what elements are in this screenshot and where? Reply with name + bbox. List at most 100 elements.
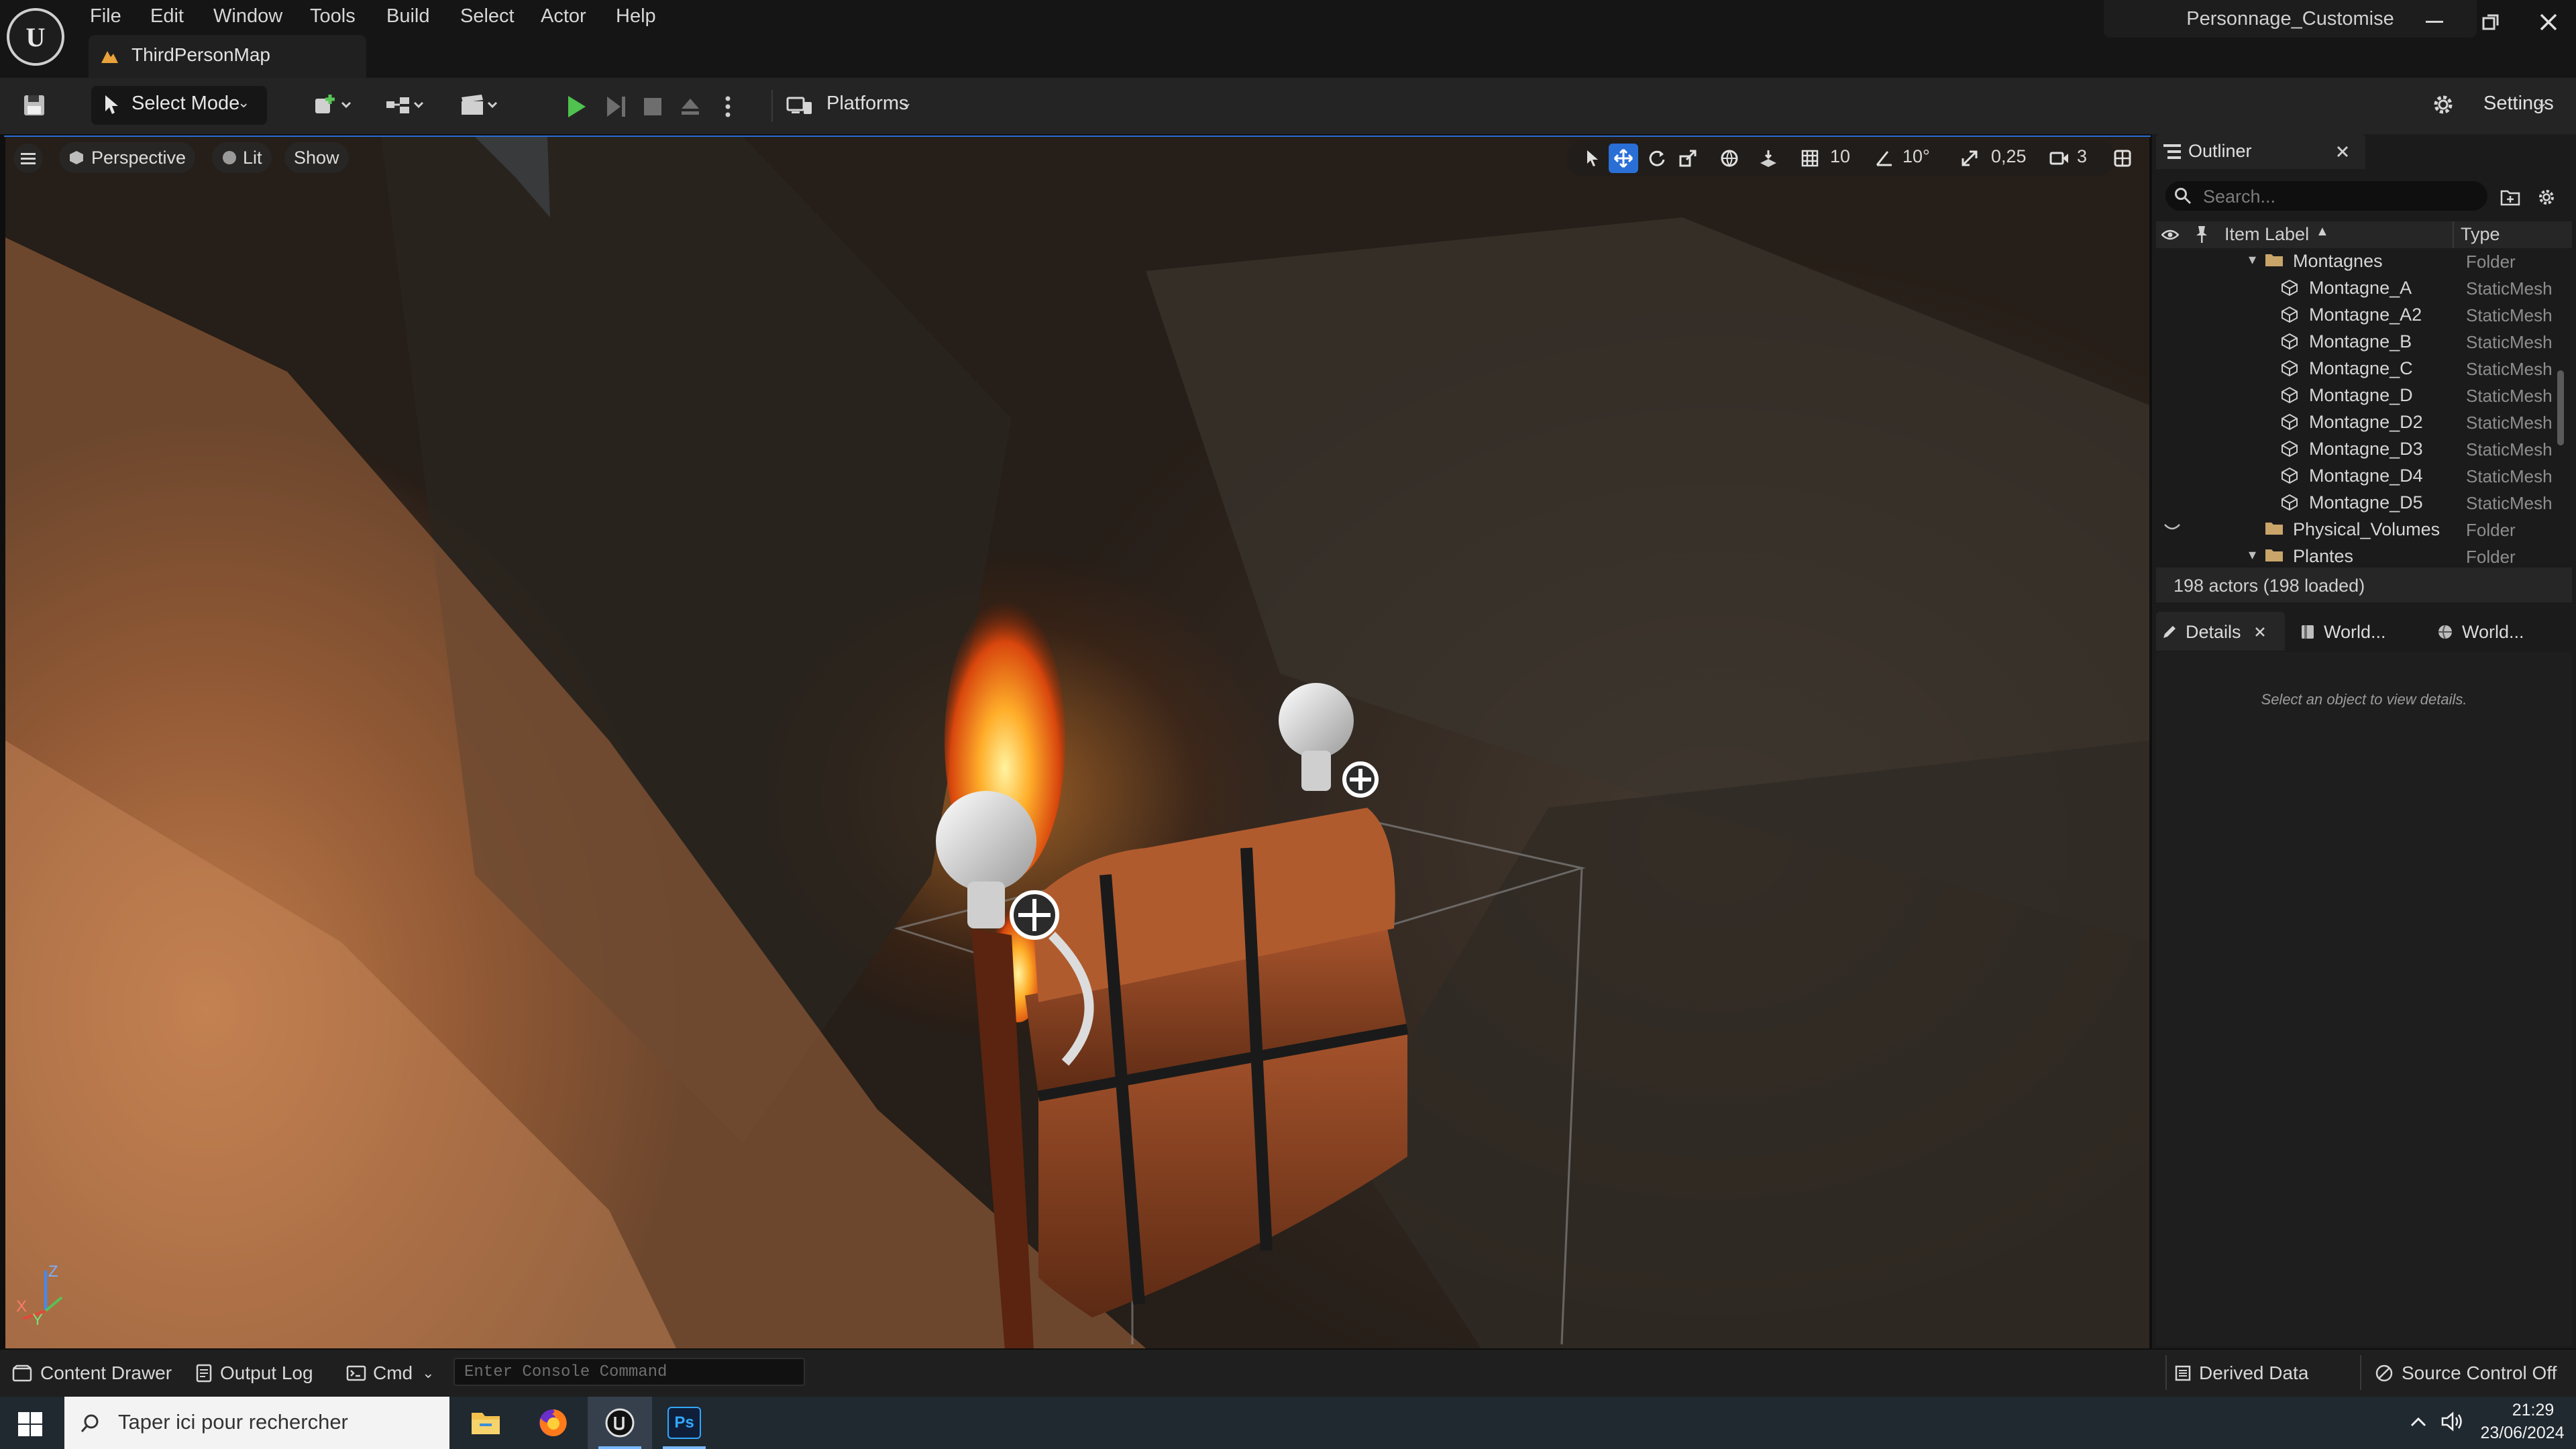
unreal-logo-icon[interactable]: U bbox=[7, 8, 64, 66]
content-drawer-button[interactable]: Content Drawer bbox=[12, 1358, 172, 1389]
select-tool-icon[interactable] bbox=[1578, 144, 1607, 173]
more-options-icon[interactable] bbox=[718, 90, 738, 123]
scale-snap-value[interactable]: 0,25 bbox=[1991, 146, 2027, 167]
content-drawer-icon bbox=[12, 1364, 32, 1382]
tree-row-mesh[interactable]: Montagne_C StaticMesh bbox=[2156, 356, 2559, 382]
rotate-tool-icon[interactable] bbox=[1642, 144, 1672, 173]
tab-world-settings[interactable]: World... bbox=[2300, 614, 2386, 649]
unreal-engine-taskbar-icon[interactable] bbox=[588, 1397, 652, 1449]
camera-speed-value[interactable]: 3 bbox=[2077, 146, 2087, 167]
tree-row-mesh[interactable]: Montagne_D5 StaticMesh bbox=[2156, 490, 2559, 517]
cinematics-button[interactable] bbox=[455, 89, 506, 122]
pin-icon[interactable] bbox=[2192, 224, 2211, 244]
taskbar-search-placeholder: Taper ici pour rechercher bbox=[118, 1410, 348, 1434]
perspective-button[interactable]: Perspective bbox=[59, 142, 196, 173]
translate-tool-icon[interactable] bbox=[1609, 144, 1638, 173]
close-icon[interactable] bbox=[2333, 142, 2352, 161]
tab-world-partition[interactable]: World... bbox=[2436, 614, 2524, 649]
tree-item-label: Montagne_D2 bbox=[2309, 412, 2423, 432]
menu-build[interactable]: Build bbox=[382, 0, 434, 32]
column-item-label[interactable]: Item Label bbox=[2224, 224, 2309, 245]
tree-row-folder[interactable]: ▾ Montagnes Folder bbox=[2156, 248, 2559, 275]
file-explorer-icon[interactable] bbox=[453, 1397, 518, 1449]
rotation-snap-icon[interactable] bbox=[1869, 144, 1898, 173]
output-log-button[interactable]: Output Log bbox=[196, 1358, 313, 1389]
derived-data-button[interactable]: Derived Data bbox=[2175, 1358, 2308, 1389]
viewport-layout-icon[interactable] bbox=[2108, 144, 2137, 173]
static-mesh-icon bbox=[2281, 386, 2298, 404]
volume-icon[interactable] bbox=[2440, 1410, 2465, 1433]
firefox-icon[interactable] bbox=[521, 1397, 585, 1449]
chevron-up-icon[interactable] bbox=[2408, 1411, 2428, 1432]
blueprint-button[interactable] bbox=[381, 89, 432, 122]
rotation-snap-value[interactable]: 10° bbox=[1902, 146, 1930, 167]
tab-details-label: Details bbox=[2186, 621, 2241, 642]
hidden-eye-icon[interactable] bbox=[2164, 523, 2180, 533]
tree-row-mesh[interactable]: Montagne_A StaticMesh bbox=[2156, 275, 2559, 302]
settings-gear-icon[interactable] bbox=[2534, 185, 2559, 209]
tab-details[interactable]: Details bbox=[2161, 614, 2265, 649]
derived-data-icon bbox=[2175, 1365, 2191, 1381]
taskbar-clock-date[interactable]: 23/06/2024 bbox=[2475, 1424, 2569, 1443]
tree-item-type: StaticMesh bbox=[2466, 278, 2553, 299]
eject-button[interactable] bbox=[674, 90, 707, 123]
grid-snap-icon[interactable] bbox=[1795, 144, 1825, 173]
add-folder-icon[interactable] bbox=[2498, 185, 2522, 209]
outliner-search-input[interactable] bbox=[2202, 182, 2479, 211]
level-map-icon bbox=[99, 46, 119, 66]
show-button[interactable]: Show bbox=[284, 142, 349, 173]
close-icon[interactable] bbox=[2255, 627, 2265, 637]
output-log-label: Output Log bbox=[220, 1362, 313, 1383]
tree-row-mesh[interactable]: Montagne_A2 StaticMesh bbox=[2156, 302, 2559, 329]
lit-mode-button[interactable]: Lit bbox=[212, 142, 272, 173]
tree-row-mesh[interactable]: Montagne_D2 StaticMesh bbox=[2156, 409, 2559, 436]
expand-arrow-icon[interactable]: ▾ bbox=[2249, 546, 2256, 564]
photoshop-icon[interactable]: Ps bbox=[652, 1397, 716, 1449]
tree-row-mesh[interactable]: Montagne_B StaticMesh bbox=[2156, 329, 2559, 356]
tree-item-type: StaticMesh bbox=[2466, 466, 2553, 486]
restore-button[interactable] bbox=[2462, 0, 2520, 44]
tree-row-folder[interactable]: Physical_Volumes Folder bbox=[2156, 517, 2559, 543]
tree-row-mesh[interactable]: Montagne_D4 StaticMesh bbox=[2156, 463, 2559, 490]
taskbar-clock-time[interactable]: 21:29 bbox=[2496, 1401, 2571, 1420]
cmd-label: Cmd bbox=[373, 1362, 413, 1383]
play-button[interactable] bbox=[559, 90, 593, 123]
status-divider bbox=[2360, 1355, 2361, 1390]
menu-tools[interactable]: Tools bbox=[306, 0, 360, 32]
menu-actor[interactable]: Actor bbox=[537, 0, 590, 32]
add-actor-button[interactable] bbox=[309, 89, 360, 122]
menu-select[interactable]: Select bbox=[456, 0, 519, 32]
advance-frame-button[interactable] bbox=[598, 90, 632, 123]
menu-help[interactable]: Help bbox=[612, 0, 660, 32]
save-icon[interactable] bbox=[19, 90, 50, 121]
tree-row-folder[interactable]: ▾ Plantes Folder bbox=[2156, 543, 2559, 565]
menu-window[interactable]: Window bbox=[209, 0, 286, 32]
tree-item-type: StaticMesh bbox=[2466, 413, 2553, 433]
tree-row-mesh[interactable]: Montagne_D3 StaticMesh bbox=[2156, 436, 2559, 463]
scale-tool-icon[interactable] bbox=[1673, 144, 1703, 173]
minimize-button[interactable] bbox=[2406, 0, 2463, 44]
expand-arrow-icon[interactable]: ▾ bbox=[2249, 251, 2256, 268]
windows-start-icon[interactable] bbox=[12, 1406, 48, 1442]
grid-snap-value[interactable]: 10 bbox=[1830, 146, 1850, 167]
visibility-eye-icon[interactable] bbox=[2160, 225, 2180, 244]
cmd-dropdown[interactable]: Cmd ⌄ bbox=[346, 1358, 435, 1389]
outliner-scrollbar-thumb[interactable] bbox=[2557, 370, 2564, 445]
platforms-label: Platforms bbox=[826, 93, 909, 114]
scale-snap-icon[interactable] bbox=[1955, 144, 1984, 173]
tree-row-mesh[interactable]: Montagne_D StaticMesh bbox=[2156, 382, 2559, 409]
camera-speed-icon[interactable] bbox=[2045, 144, 2074, 173]
world-local-icon[interactable] bbox=[1715, 144, 1744, 173]
pencil-icon bbox=[2161, 624, 2178, 640]
viewport-menu-button[interactable] bbox=[13, 144, 43, 173]
stop-button[interactable] bbox=[636, 90, 669, 123]
menu-edit[interactable]: Edit bbox=[146, 0, 188, 32]
surface-snap-icon[interactable] bbox=[1754, 144, 1783, 173]
column-type[interactable]: Type bbox=[2461, 224, 2500, 245]
static-mesh-icon bbox=[2281, 279, 2298, 297]
source-control-button[interactable]: Source Control Off bbox=[2375, 1358, 2557, 1389]
details-panel bbox=[2156, 652, 2572, 1346]
close-window-button[interactable] bbox=[2520, 0, 2576, 44]
console-command-input[interactable] bbox=[453, 1358, 805, 1386]
menu-file[interactable]: File bbox=[86, 0, 125, 32]
